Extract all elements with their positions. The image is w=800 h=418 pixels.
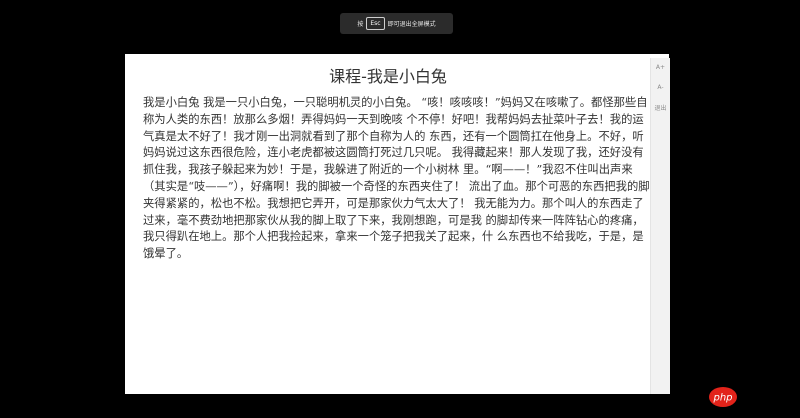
font-tool-rail: A+ A- 退出: [650, 58, 670, 394]
fullscreen-exit-hint: 按 Esc 即可退出全屏模式: [340, 13, 453, 34]
increase-font-button[interactable]: A+: [651, 64, 670, 71]
esc-key: Esc: [366, 17, 385, 30]
page-title: 课程-我是小白兔: [329, 67, 447, 86]
hint-suffix: 即可退出全屏模式: [387, 21, 436, 28]
fullscreen-reader-view: 按 Esc 即可退出全屏模式 课程-我是小白兔 我是小白兔 我是一只小白兔，一只…: [0, 0, 800, 418]
article-body: 我是小白兔 我是一只小白兔，一只聪明机灵的小白兔。 “咳！咳咳咳！”妈妈又在咳嗽…: [143, 96, 650, 261]
exit-fullscreen-button[interactable]: 退出: [651, 103, 670, 112]
reading-panel: 课程-我是小白兔 我是小白兔 我是一只小白兔，一只聪明机灵的小白兔。 “咳！咳咳…: [125, 54, 669, 394]
hint-prefix: 按: [357, 21, 364, 28]
php-logo-icon: php: [709, 387, 737, 407]
php-logo: php: [708, 386, 738, 408]
decrease-font-button[interactable]: A-: [651, 84, 670, 91]
logo-text: php: [712, 393, 732, 404]
